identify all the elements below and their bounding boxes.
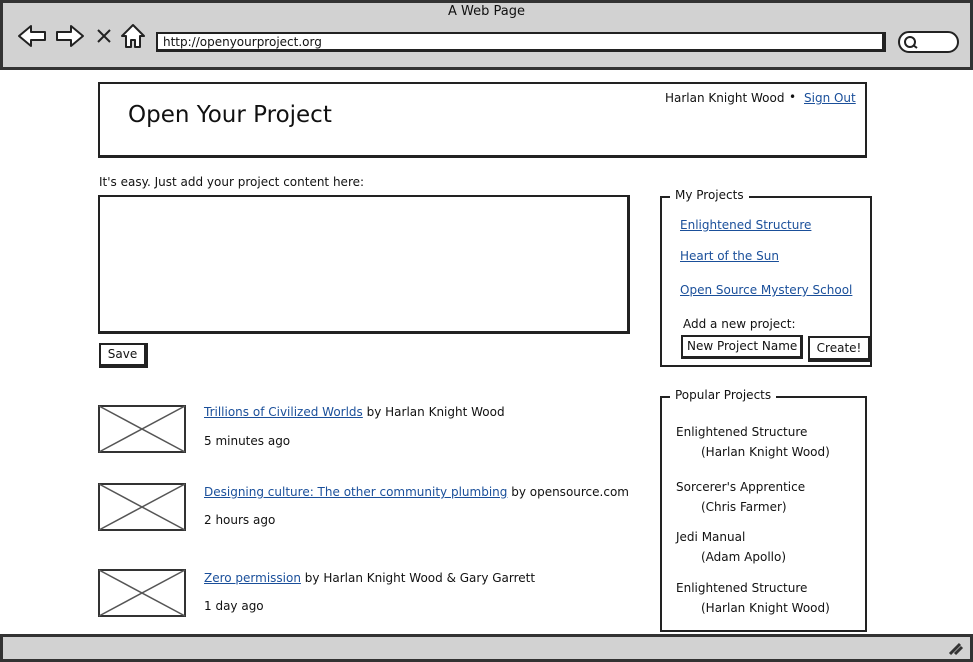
feed-thumbnail[interactable] [98,483,186,531]
popular-project-author: (Adam Apollo) [701,550,787,564]
popular-project-author: (Harlan Knight Wood) [701,601,830,615]
browser-status-bar [0,634,973,662]
feed-title-link[interactable]: Designing culture: The other community p… [204,485,507,499]
feed-author: by Harlan Knight Wood [362,405,505,419]
list-item: Designing culture: The other community p… [204,485,629,499]
add-project-label: Add a new project: [683,317,796,331]
popular-project-title: Sorcerer's Apprentice [676,480,806,494]
popular-project-title: Enlightened Structure [676,581,808,595]
popular-project-title: Jedi Manual [676,530,746,544]
new-project-name-input[interactable]: New Project Name [681,335,803,359]
feed-timestamp: 5 minutes ago [204,434,291,448]
address-bar[interactable]: http://openyourproject.org [156,32,886,52]
popular-project-author: (Harlan Knight Wood) [701,445,830,459]
home-icon[interactable] [119,24,147,48]
feed-author: by opensource.com [507,485,629,499]
feed-thumbnail[interactable] [98,569,186,617]
user-name: Harlan Knight Wood [665,91,785,105]
my-projects-heading: My Projects [670,188,749,202]
forward-arrow-icon[interactable] [54,24,86,48]
back-arrow-icon[interactable] [16,24,48,48]
create-project-button[interactable]: Create! [808,336,872,362]
popular-project-author: (Chris Farmer) [701,500,787,514]
feed-timestamp: 1 day ago [204,599,264,613]
editor-intro: It's easy. Just add your project content… [99,175,365,189]
popular-project-title: Enlightened Structure [676,425,808,439]
sign-out-link[interactable]: Sign Out [804,91,856,105]
popular-projects-heading: Popular Projects [670,388,777,402]
my-project-link[interactable]: Enlightened Structure [680,218,811,232]
user-separator: • [789,90,797,104]
resize-grip-icon[interactable] [946,640,964,656]
feed-author: by Harlan Knight Wood & Gary Garrett [300,571,536,585]
save-button[interactable]: Save [99,343,148,368]
window-title: A Web Page [448,4,525,19]
my-project-link[interactable]: Open Source Mystery School [680,283,852,297]
feed-thumbnail[interactable] [98,405,186,453]
feed-timestamp: 2 hours ago [204,513,276,527]
my-project-link[interactable]: Heart of the Sun [680,249,779,263]
project-content-textarea[interactable] [98,195,630,334]
list-item: Trillions of Civilized Worlds by Harlan … [204,405,505,419]
feed-title-link[interactable]: Zero permission [204,571,301,585]
list-item: Zero permission by Harlan Knight Wood & … [204,571,535,585]
page-title: Open Your Project [128,102,332,128]
feed-title-link[interactable]: Trillions of Civilized Worlds [204,405,363,419]
search-icon [901,33,921,51]
stop-icon[interactable] [94,24,114,48]
